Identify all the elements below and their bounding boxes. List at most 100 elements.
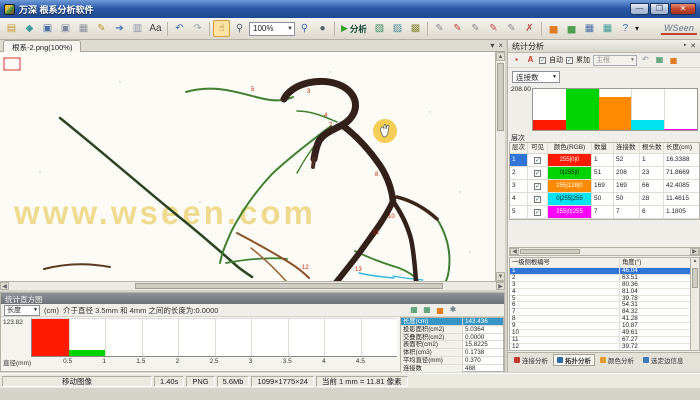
export-icon[interactable]: ➔: [111, 20, 128, 37]
table-row[interactable]: 1✓255|0|0152116.3388: [510, 154, 699, 167]
tab-selected-edge-info[interactable]: 选定边信息: [639, 354, 688, 366]
tab-color-analysis[interactable]: 颜色分析: [596, 354, 638, 366]
stat-row[interactable]: 交叠面积(cm2)0.0000: [401, 334, 503, 342]
edit-pencil-icon[interactable]: ✎: [93, 20, 110, 37]
minimize-button[interactable]: —: [630, 3, 649, 15]
visible-checkbox[interactable]: ✓: [534, 170, 541, 177]
import-icon[interactable]: ◆: [21, 20, 38, 37]
accumulate-checkbox[interactable]: ✓: [566, 57, 573, 64]
table-row[interactable]: 263.51: [510, 275, 699, 282]
table-row[interactable]: 4✓0|255|25550502811.4615: [510, 193, 699, 206]
tab-close-icon[interactable]: ×: [498, 41, 503, 50]
zoom-tool-icon[interactable]: ⚲: [231, 20, 248, 37]
layers-tool-icon[interactable]: ▧: [371, 20, 388, 37]
scroll-down-icon[interactable]: ▼: [496, 272, 505, 281]
vertical-scroll-thumb[interactable]: [497, 63, 504, 131]
toolbar-overflow-caret-icon[interactable]: ▾: [635, 24, 639, 33]
flag-tool-icon[interactable]: ▪: [511, 55, 522, 66]
table-row[interactable]: 1167.27: [510, 337, 699, 344]
scroll-up-icon[interactable]: ▲: [496, 52, 505, 61]
histogram-metric-combo[interactable]: 长度▼: [4, 305, 40, 316]
table-row[interactable]: 146.04: [510, 268, 699, 275]
table-row[interactable]: 1049.61: [510, 330, 699, 337]
visible-checkbox[interactable]: ✓: [534, 157, 541, 164]
save-all-icon[interactable]: ▣: [57, 20, 74, 37]
bar-chart-icon[interactable]: ▅: [545, 20, 562, 37]
analyze-button[interactable]: ▶分析: [338, 22, 370, 36]
pen-tool-2-icon[interactable]: ✎: [449, 20, 466, 37]
close-button[interactable]: ✕: [670, 3, 696, 15]
print-icon[interactable]: ▦: [75, 20, 92, 37]
scroll-right-icon[interactable]: ▶: [496, 282, 505, 290]
canvas-vertical-scrollbar[interactable]: ▲ ▼: [495, 52, 505, 281]
export-excel-icon[interactable]: ▦: [654, 55, 665, 66]
text-label-icon[interactable]: Aa: [147, 20, 164, 37]
pen-tool-5-icon[interactable]: ✎: [503, 20, 520, 37]
visible-checkbox[interactable]: ✓: [534, 183, 541, 190]
pen-tool-1-icon[interactable]: ✎: [431, 20, 448, 37]
angle-table-scrollbar[interactable]: ▲: [690, 258, 699, 350]
panel-close-icon[interactable]: ✕: [690, 42, 696, 50]
stat-row[interactable]: 表面积(cm2)15.8225: [401, 341, 503, 349]
root-trace-icon[interactable]: ▨: [389, 20, 406, 37]
document-tab[interactable]: 根系-2.png(100%): [3, 40, 81, 52]
pen-tool-3-icon[interactable]: ✎: [467, 20, 484, 37]
label-tool-icon[interactable]: A: [525, 55, 536, 66]
table-horizontal-scrollbar[interactable]: ◀ ▶: [509, 247, 700, 256]
preview-icon[interactable]: ●: [314, 20, 331, 37]
table-row[interactable]: 654.31: [510, 302, 699, 309]
stat-row[interactable]: 投影面积(cm2)5.0364: [401, 326, 503, 334]
visible-checkbox[interactable]: ✓: [534, 196, 541, 203]
table-row[interactable]: 5✓255|0|2557761.1805: [510, 206, 699, 219]
scroll-left-icon[interactable]: ◀: [510, 248, 519, 255]
eraser-tool-icon[interactable]: ✗: [521, 20, 538, 37]
redo-icon[interactable]: ↷: [189, 20, 206, 37]
chart-style-icon[interactable]: ▅: [435, 305, 445, 315]
maximize-button[interactable]: ❐: [650, 3, 669, 15]
root-type-combo[interactable]: 主根▼: [593, 55, 637, 66]
stat-row[interactable]: 平均直径(mm)0.370: [401, 357, 503, 365]
table-view-icon[interactable]: ▦: [581, 20, 598, 37]
table-row[interactable]: 784.32: [510, 309, 699, 316]
scroll-left-icon[interactable]: ◀: [0, 282, 9, 290]
image-view-icon[interactable]: ▦: [599, 20, 616, 37]
grid-tool-icon[interactable]: ▩: [407, 20, 424, 37]
scroll-right-icon[interactable]: ▶: [690, 248, 699, 255]
pen-tool-4-icon[interactable]: ✎: [485, 20, 502, 37]
table-row[interactable]: 539.78: [510, 296, 699, 303]
tab-list-caret-icon[interactable]: ▾: [490, 41, 494, 50]
canvas-horizontal-scrollbar[interactable]: ◀ ▶: [0, 281, 505, 290]
table-row[interactable]: 2✓0|255|0512082371.8669: [510, 167, 699, 180]
zoom-level-combo[interactable]: 100%▼: [249, 22, 295, 36]
chart-export-icon[interactable]: ▅: [668, 55, 679, 66]
help-icon[interactable]: ?: [617, 20, 634, 37]
undo-icon[interactable]: ↶: [640, 55, 651, 66]
open-icon[interactable]: ▤: [3, 20, 20, 37]
table-row[interactable]: 1239.72: [510, 344, 699, 351]
table-row[interactable]: 481.04: [510, 289, 699, 296]
undo-icon[interactable]: ↶: [171, 20, 188, 37]
stats-chart-icon[interactable]: ▅: [563, 20, 580, 37]
settings-gear-icon[interactable]: ✱: [448, 305, 458, 315]
vertical-scroll-thumb[interactable]: [692, 268, 698, 288]
stat-row[interactable]: 连接数488: [401, 365, 503, 373]
tab-topology-analysis[interactable]: 拓扑分析: [553, 354, 595, 366]
horizontal-scroll-thumb[interactable]: [135, 283, 443, 289]
horizontal-scroll-thumb[interactable]: [520, 249, 580, 254]
tab-connection-analysis[interactable]: 连接分析: [510, 354, 552, 366]
zoom-in-icon[interactable]: ⚲: [296, 20, 313, 37]
table-row[interactable]: 910.87: [510, 323, 699, 330]
export-report-icon[interactable]: ▦: [409, 305, 419, 315]
table-row[interactable]: 380.36: [510, 282, 699, 289]
stat-row[interactable]: 长度(cm)143.436: [401, 318, 503, 326]
stat-row[interactable]: 体积(cm3)0.1738: [401, 349, 503, 357]
visible-checkbox[interactable]: ✓: [534, 209, 541, 216]
save-icon[interactable]: ▣: [39, 20, 56, 37]
chart-metric-combo[interactable]: 连接数▼: [512, 71, 560, 83]
table-row[interactable]: 3✓255|128|01691696642.4085: [510, 180, 699, 193]
copy-icon[interactable]: ▥: [129, 20, 146, 37]
pin-icon[interactable]: ▪: [684, 42, 686, 50]
image-canvas[interactable]: www.wseen.com: [0, 52, 505, 281]
table-row[interactable]: 841.28: [510, 316, 699, 323]
export-excel-icon[interactable]: ▦: [422, 305, 432, 315]
